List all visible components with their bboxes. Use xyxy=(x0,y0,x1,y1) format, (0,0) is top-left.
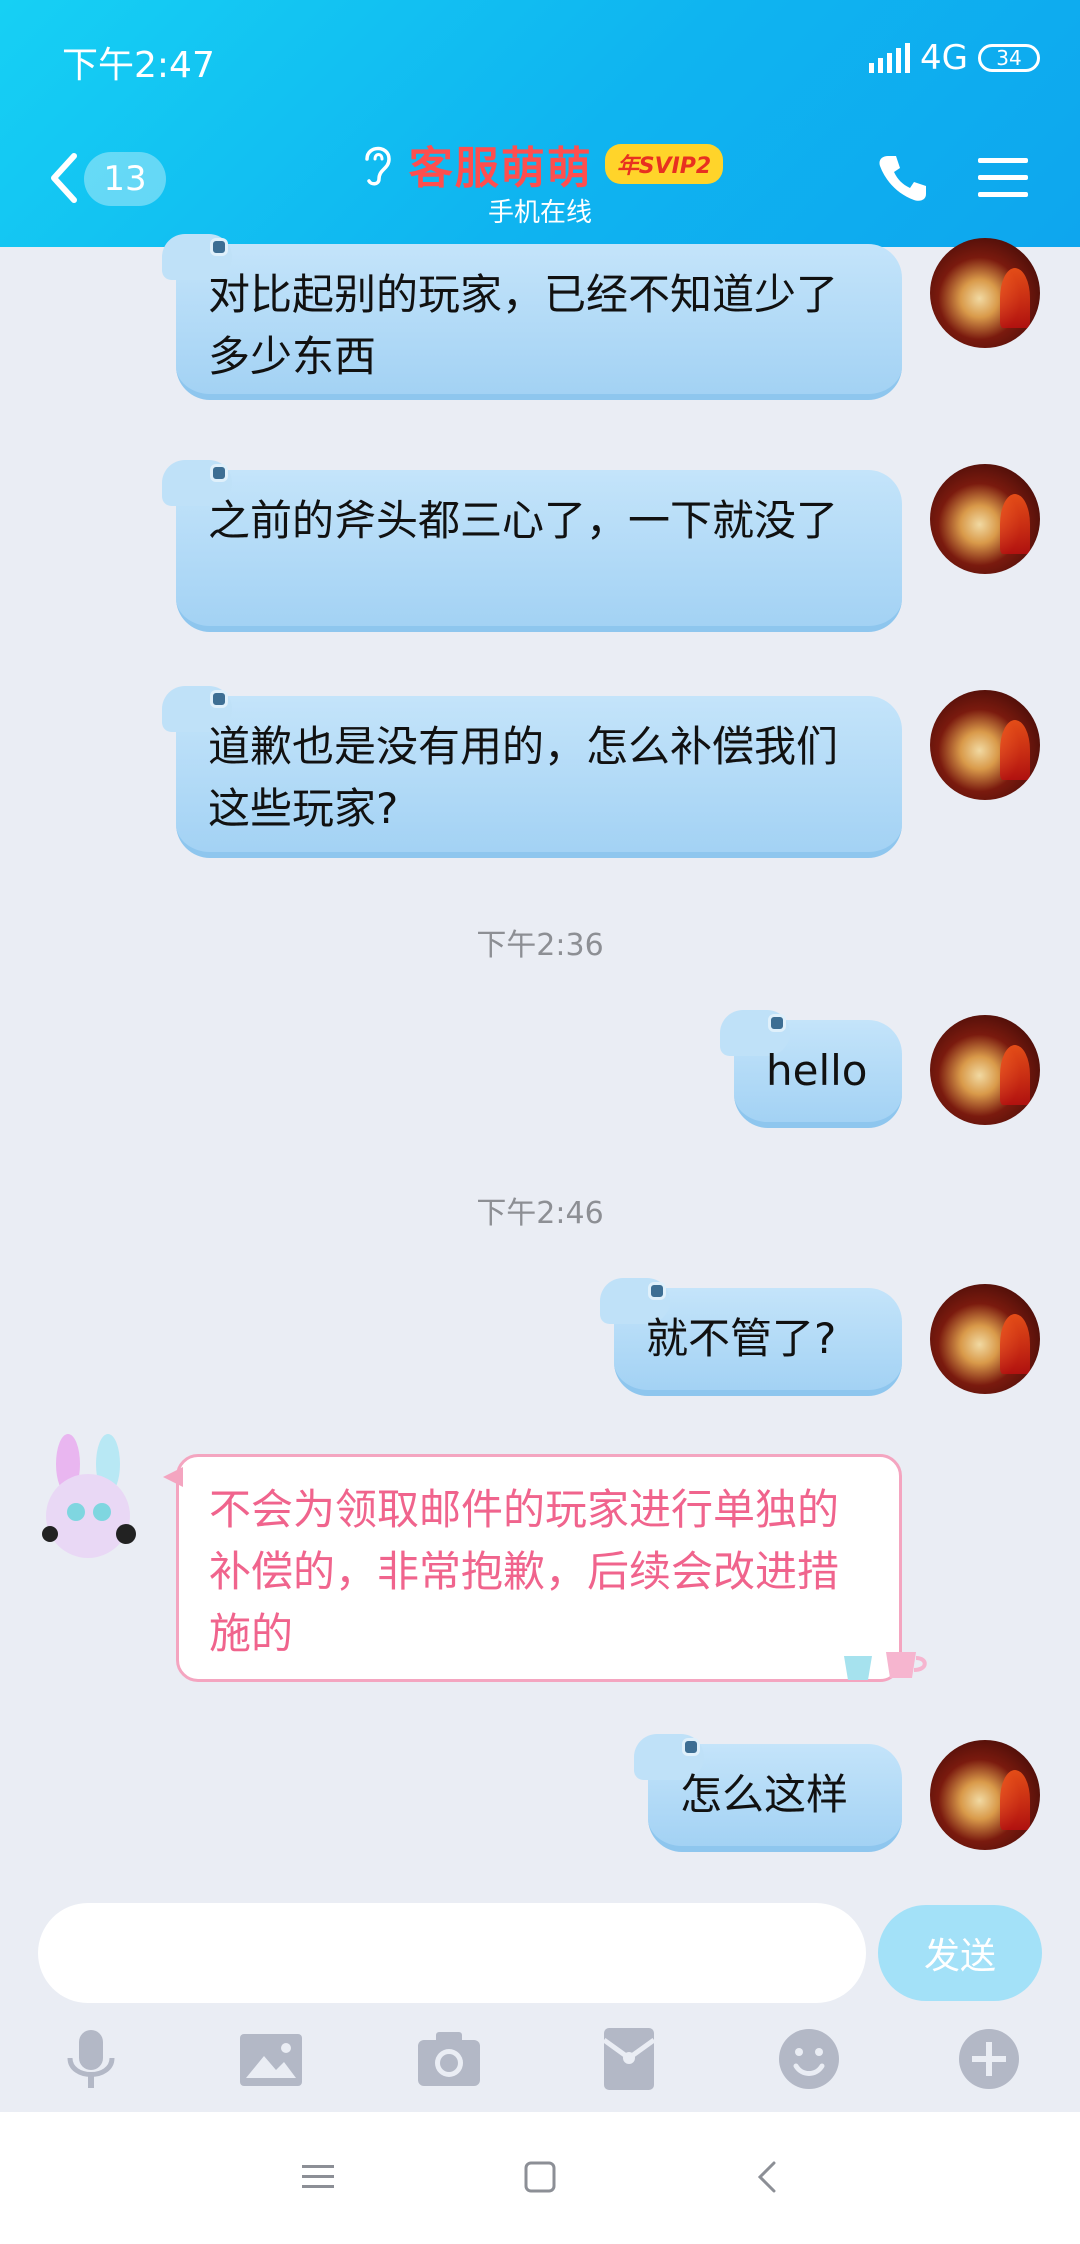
red-packet-icon[interactable] xyxy=(594,2024,664,2094)
decorative-cups-icon xyxy=(844,1652,927,1680)
recent-apps-icon[interactable] xyxy=(298,2157,338,2197)
self-avatar[interactable] xyxy=(930,238,1040,348)
battery-level: 34 xyxy=(996,46,1022,70)
message-timestamp: 下午2:36 xyxy=(476,928,604,963)
message-bubble-outgoing[interactable]: hello xyxy=(720,1010,902,1128)
plus-icon[interactable] xyxy=(954,2024,1024,2094)
message-text: 怎么这样 xyxy=(680,1770,849,1819)
message-text: 就不管了? xyxy=(646,1314,837,1363)
self-avatar[interactable] xyxy=(930,690,1040,800)
message-bubble-incoming[interactable]: 不会为领取邮件的玩家进行单独的补偿的，非常抱歉，后续会改进措施的 xyxy=(163,1454,902,1682)
customer-service-avatar[interactable] xyxy=(28,1424,148,1564)
self-avatar[interactable] xyxy=(930,1015,1040,1125)
message-bubble-outgoing[interactable]: 怎么这样 xyxy=(634,1734,902,1852)
menu-icon[interactable] xyxy=(978,154,1028,202)
message-bubble-outgoing[interactable]: 对比起别的玩家，已经不知道少了多少东西 xyxy=(162,234,902,400)
emoji-icon[interactable] xyxy=(774,2024,844,2094)
self-avatar[interactable] xyxy=(930,1284,1040,1394)
home-icon[interactable] xyxy=(520,2157,560,2197)
message-bubble-outgoing[interactable]: 就不管了? xyxy=(600,1278,902,1396)
phone-icon[interactable] xyxy=(876,152,928,204)
status-time: 下午2:47 xyxy=(62,45,215,86)
self-avatar[interactable] xyxy=(930,1740,1040,1850)
back-nav-icon[interactable] xyxy=(748,2157,788,2197)
battery-icon: 34 xyxy=(978,44,1040,72)
message-bubble-outgoing[interactable]: 之前的斧头都三心了，一下就没了 xyxy=(162,460,902,632)
status-indicators: 4G 34 xyxy=(869,38,1040,78)
chat-header: 下午2:47 4G 34 13 客服萌萌 年SVIP2 手机在线 xyxy=(0,0,1080,247)
microphone-icon[interactable] xyxy=(56,2024,126,2094)
self-avatar[interactable] xyxy=(930,464,1040,574)
message-text: hello xyxy=(766,1046,868,1095)
message-text: 之前的斧头都三心了，一下就没了 xyxy=(208,496,839,545)
message-timestamp: 下午2:46 xyxy=(476,1196,604,1231)
contact-name: 客服萌萌 xyxy=(408,143,593,194)
svip-badge: 年SVIP2 xyxy=(604,144,724,184)
image-icon[interactable] xyxy=(236,2024,306,2094)
hearing-icon xyxy=(365,146,391,186)
message-text: 道歉也是没有用的，怎么补偿我们这些玩家? xyxy=(208,722,839,833)
send-button[interactable]: 发送 xyxy=(878,1905,1042,2001)
message-input[interactable] xyxy=(38,1903,866,2003)
camera-icon[interactable] xyxy=(414,2024,484,2094)
message-text: 对比起别的玩家，已经不知道少了多少东西 xyxy=(208,270,839,381)
message-text: 不会为领取邮件的玩家进行单独的补偿的，非常抱歉，后续会改进措施的 xyxy=(209,1485,840,1658)
message-bubble-outgoing[interactable]: 道歉也是没有用的，怎么补偿我们这些玩家? xyxy=(162,686,902,858)
network-type: 4G xyxy=(920,38,968,78)
signal-icon xyxy=(869,43,911,73)
